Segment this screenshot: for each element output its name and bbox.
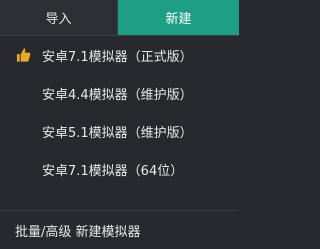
menu-item-label: 安卓7.1模拟器（64位） xyxy=(42,163,184,179)
menu-item-android-7-1-64bit[interactable]: 安卓7.1模拟器（64位） xyxy=(0,150,239,188)
tab-import[interactable]: 导入 xyxy=(0,0,118,35)
thumbs-up-icon xyxy=(16,48,31,62)
menu-tabs: 导入 新建 xyxy=(0,0,239,36)
menu-item-label: 安卓5.1模拟器（维护版） xyxy=(42,125,193,141)
menu-item-android-4-4-maintenance[interactable]: 安卓4.4模拟器（维护版） xyxy=(0,74,239,112)
new-emulator-menu: 导入 新建 安卓7.1模拟器（正式版） 安卓4.4模拟器（维护版） 安卓5.1模… xyxy=(0,0,239,249)
tab-new[interactable]: 新建 xyxy=(118,0,239,35)
batch-advanced-create-button[interactable]: 批量/高级 新建模拟器 xyxy=(0,211,239,249)
emulator-list: 安卓7.1模拟器（正式版） 安卓4.4模拟器（维护版） 安卓5.1模拟器（维护版… xyxy=(0,36,239,188)
footer-label: 批量/高级 新建模拟器 xyxy=(15,224,141,240)
menu-item-android-5-1-maintenance[interactable]: 安卓5.1模拟器（维护版） xyxy=(0,112,239,150)
menu-item-android-7-1-release[interactable]: 安卓7.1模拟器（正式版） xyxy=(0,36,239,74)
menu-item-label: 安卓4.4模拟器（维护版） xyxy=(42,87,193,103)
menu-item-label: 安卓7.1模拟器（正式版） xyxy=(42,49,193,65)
